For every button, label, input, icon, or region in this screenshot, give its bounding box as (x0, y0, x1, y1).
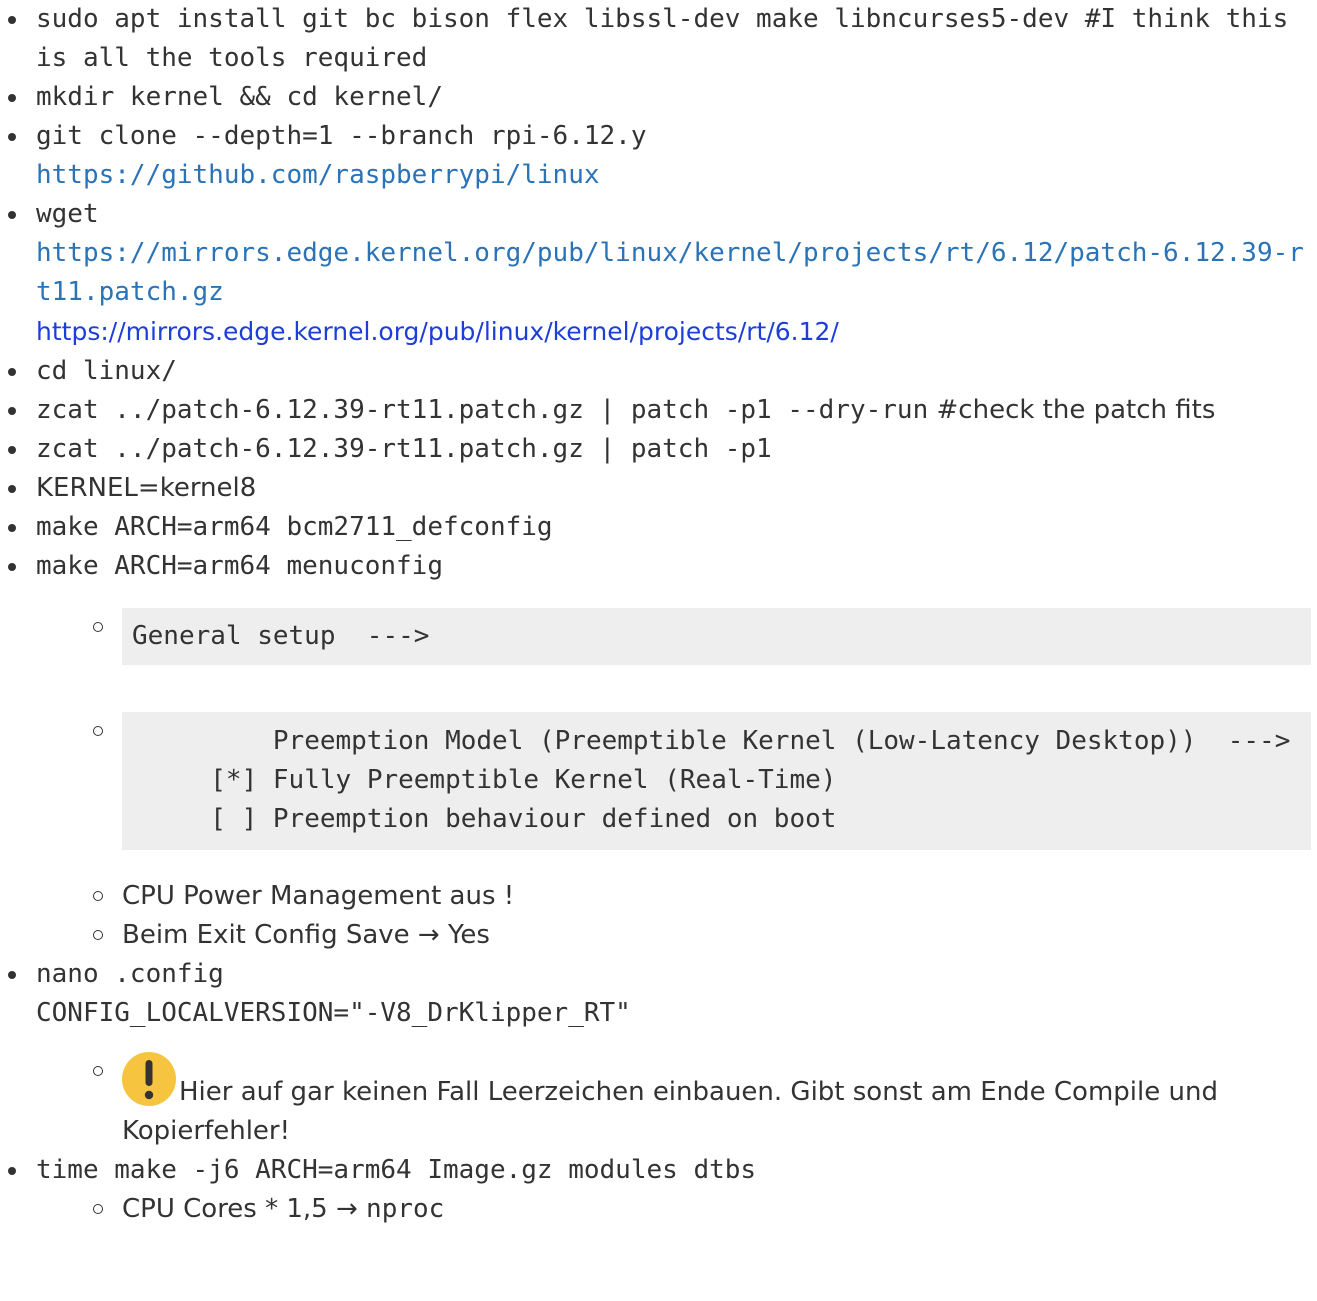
wiki-page-content: sudo apt install git bc bison flex libss… (0, 0, 1317, 1229)
preemption-code: Preemption Model (Preemptible Kernel (Lo… (122, 712, 1311, 850)
sublist-item-cpu-power: CPU Power Management aus ! (93, 877, 1317, 916)
cd-linux-command: cd linux/ (36, 356, 177, 386)
sublist-item-preemption: Preemption Model (Preemptible Kernel (Lo… (93, 712, 1317, 850)
build-steps-list: sudo apt install git bc bison flex libss… (0, 0, 1317, 1229)
cpu-power-text: CPU Power Management aus ! (122, 881, 515, 911)
kernel-var-command: KERNEL=kernel8 (36, 473, 257, 503)
menuconfig-sublist: General setup ---> Preemption Model (Pre… (36, 608, 1317, 955)
list-item-mkdir: mkdir kernel && cd kernel/ (8, 78, 1317, 117)
warning-text: Hier auf gar keinen Fall Leerzeichen ein… (122, 1077, 1218, 1146)
general-setup-code: General setup ---> (122, 608, 1311, 665)
zcat-apply-command: zcat ../patch-6.12.39-rt11.patch.gz | pa… (36, 434, 772, 464)
sublist-item-warning: Hier auf gar keinen Fall Leerzeichen ein… (93, 1052, 1317, 1151)
time-make-command: time make -j6 ARCH=arm64 Image.gz module… (36, 1155, 757, 1185)
list-item-nano-config: nano .config CONFIG_LOCALVERSION="-V8_Dr… (8, 955, 1317, 1151)
list-item-kernel-var: KERNEL=kernel8 (8, 469, 1317, 508)
localversion-config-line: CONFIG_LOCALVERSION="-V8_DrKlipper_RT" (36, 998, 631, 1028)
list-item-defconfig: make ARCH=arm64 bcm2711_defconfig (8, 508, 1317, 547)
git-clone-command: git clone --depth=1 --branch rpi-6.12.y (36, 121, 647, 151)
time-make-sublist: CPU Cores * 1,5 → nproc (36, 1190, 1317, 1229)
list-item-zcat-apply: zcat ../patch-6.12.39-rt11.patch.gz | pa… (8, 430, 1317, 469)
apt-install-command: sudo apt install git bc bison flex libss… (36, 4, 1289, 73)
sublist-item-exit-save: Beim Exit Config Save → Yes (93, 916, 1317, 955)
list-item-cd-linux: cd linux/ (8, 352, 1317, 391)
defconfig-command: make ARCH=arm64 bcm2711_defconfig (36, 512, 553, 542)
list-item-apt-install: sudo apt install git bc bison flex libss… (8, 0, 1317, 78)
list-item-zcat-dry-run: zcat ../patch-6.12.39-rt11.patch.gz | pa… (8, 391, 1317, 430)
list-item-time-make: time make -j6 ARCH=arm64 Image.gz module… (8, 1151, 1317, 1229)
menuconfig-command: make ARCH=arm64 menuconfig (36, 551, 443, 581)
exit-save-text: Beim Exit Config Save → Yes (122, 920, 490, 950)
github-link[interactable]: https://github.com/raspberrypi/linux (36, 160, 600, 190)
list-item-wget: wget https://mirrors.edge.kernel.org/pub… (8, 195, 1317, 352)
sublist-item-general-setup: General setup ---> (93, 608, 1317, 665)
list-item-git-clone: git clone --depth=1 --branch rpi-6.12.y … (8, 117, 1317, 195)
wget-command: wget (36, 199, 99, 229)
patch-download-link[interactable]: https://mirrors.edge.kernel.org/pub/linu… (36, 238, 1304, 307)
cpu-cores-text: CPU Cores * 1,5 → (122, 1194, 358, 1224)
zcat-dry-run-comment: #check the patch fits (936, 395, 1216, 425)
list-item-menuconfig: make ARCH=arm64 menuconfig General setup… (8, 547, 1317, 955)
nano-command: nano .config (36, 959, 224, 989)
nproc-code: nproc (366, 1194, 445, 1224)
patch-directory-link[interactable]: https://mirrors.edge.kernel.org/pub/linu… (36, 317, 839, 346)
mkdir-command: mkdir kernel && cd kernel/ (36, 82, 443, 112)
exclamation-icon (122, 1052, 176, 1106)
zcat-dry-run-command: zcat ../patch-6.12.39-rt11.patch.gz | pa… (36, 395, 929, 425)
sublist-item-cpu-cores: CPU Cores * 1,5 → nproc (93, 1190, 1317, 1229)
nano-sublist: Hier auf gar keinen Fall Leerzeichen ein… (36, 1052, 1317, 1151)
